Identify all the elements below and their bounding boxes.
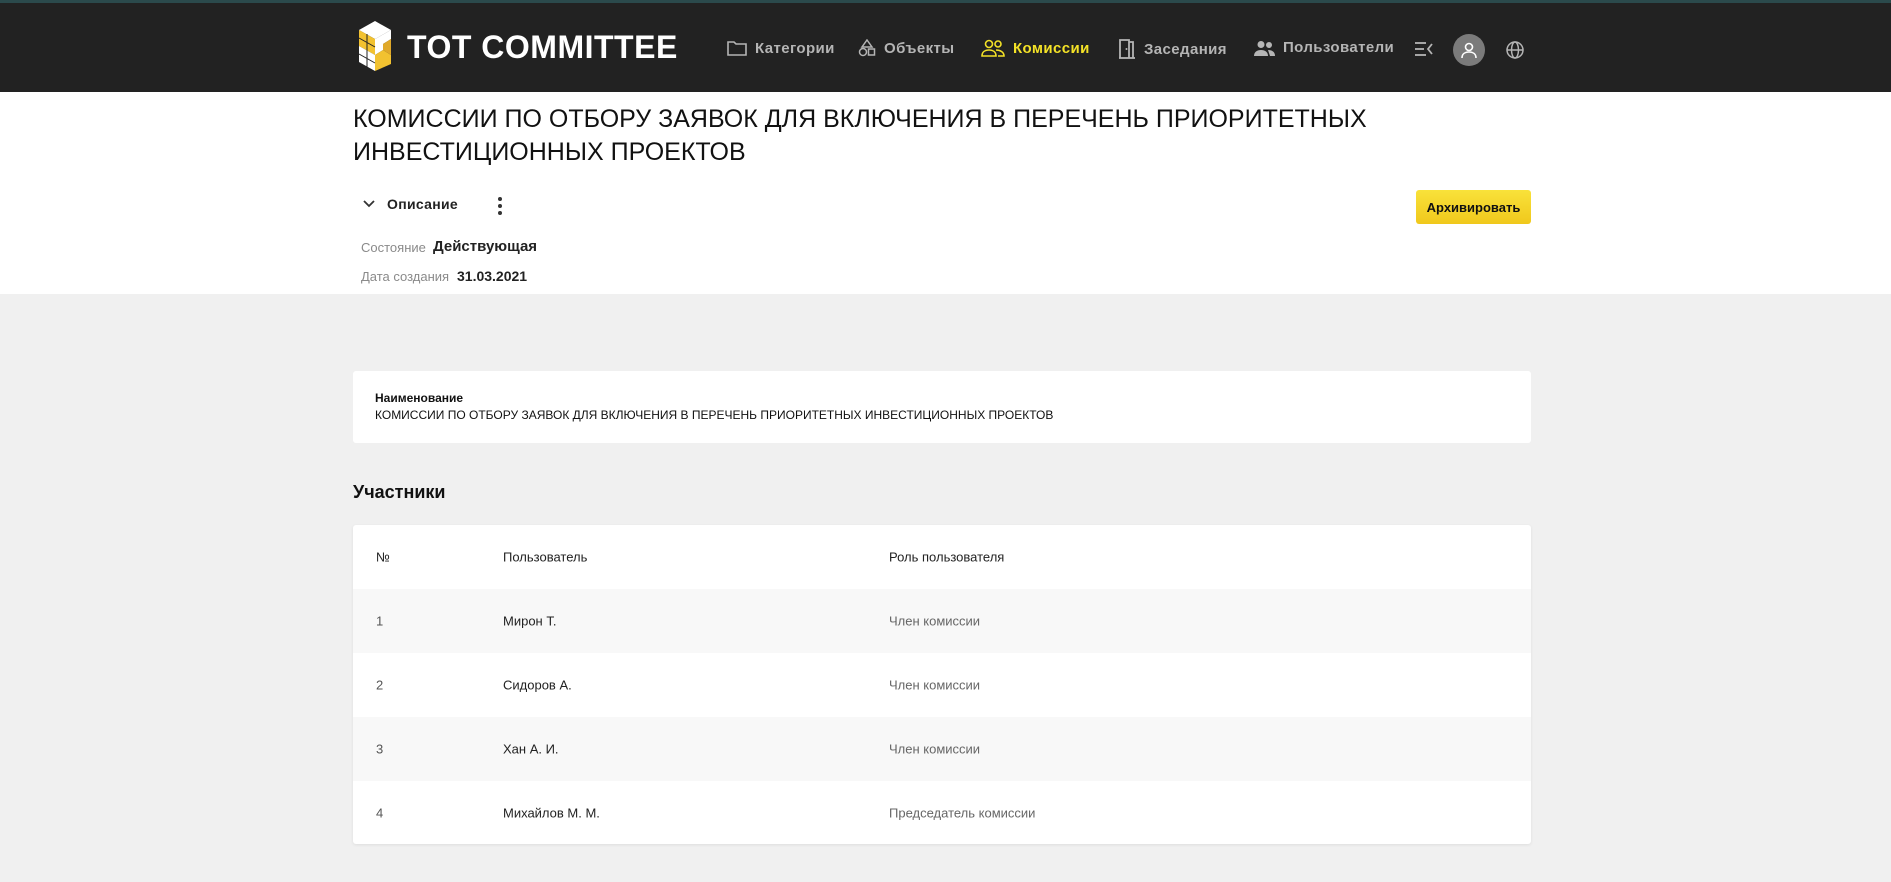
nav-item-categories[interactable]: Категории <box>727 39 835 57</box>
name-label: Наименование <box>375 391 464 405</box>
created-date-value: 31.03.2021 <box>457 268 528 284</box>
collapse-menu-icon[interactable] <box>1414 41 1434 62</box>
archive-button[interactable]: Архивировать <box>1416 190 1531 224</box>
table-row[interactable]: 3 Хан А. И. Член комиссии <box>353 717 1531 781</box>
description-toggle-label: Описание <box>387 196 458 212</box>
row-role: Член комиссии <box>889 613 981 629</box>
nav-item-meetings[interactable]: Заседания <box>1118 39 1227 59</box>
table-header: № Пользователь Роль пользователя <box>353 525 1531 589</box>
door-icon <box>1119 39 1135 59</box>
row-role: Член комиссии <box>889 741 981 757</box>
page-title: КОМИССИИ ПО ОТБОРУ ЗАЯВОК ДЛЯ ВКЛЮЧЕНИЯ … <box>353 105 1367 166</box>
participants-title: Участники <box>353 482 446 502</box>
row-role: Председатель комиссии <box>889 805 1036 821</box>
row-user: Сидоров А. <box>503 677 572 693</box>
name-card: Наименование КОМИССИИ ПО ОТБОРУ ЗАЯВОК Д… <box>353 371 1531 443</box>
nav-item-objects[interactable]: Объекты <box>858 39 954 57</box>
folder-icon <box>727 41 747 56</box>
state-value: Действующая <box>433 238 538 255</box>
column-header-number[interactable]: № <box>376 550 390 565</box>
nav-label: Категории <box>755 39 835 57</box>
chevron-down-icon <box>363 200 375 208</box>
name-value: КОМИССИИ ПО ОТБОРУ ЗАЯВОК ДЛЯ ВКЛЮЧЕНИЯ … <box>375 408 1054 422</box>
table-row[interactable]: 1 Мирон Т. Член комиссии <box>353 589 1531 653</box>
nav-label: Пользователи <box>1283 39 1395 56</box>
more-options-icon[interactable] <box>494 196 506 221</box>
logo-cube-icon <box>358 21 391 71</box>
user-avatar[interactable] <box>1453 34 1485 66</box>
table-row[interactable]: 2 Сидоров А. Член комиссии <box>353 653 1531 717</box>
app-logo[interactable]: TOT COMMITTEE <box>353 19 678 75</box>
globe-icon[interactable] <box>1505 40 1525 65</box>
group-icon <box>981 39 1005 57</box>
column-header-user[interactable]: Пользователь <box>503 550 587 565</box>
nav-label: Объекты <box>884 39 955 57</box>
nav-label: Комиссии <box>1013 39 1090 57</box>
description-toggle[interactable]: Описание <box>363 196 458 212</box>
nav-item-users[interactable]: Пользователи <box>1253 39 1394 56</box>
row-user: Мирон Т. <box>503 613 557 629</box>
row-number: 3 <box>376 741 384 757</box>
created-date-label: Дата создания <box>361 269 450 284</box>
row-number: 4 <box>376 805 384 821</box>
users-icon <box>1254 40 1275 56</box>
participants-table: № Пользователь Роль пользователя 1 Мирон… <box>353 525 1531 844</box>
table-row[interactable]: 4 Михайлов М. М. Председатель комиссии <box>353 781 1531 844</box>
state-label: Состояние <box>361 240 426 255</box>
app-title: TOT COMMITTEE <box>407 28 678 65</box>
nav-item-commissions[interactable]: Комиссии <box>981 39 1090 57</box>
row-user: Хан А. И. <box>503 741 559 757</box>
column-header-role[interactable]: Роль пользователя <box>889 550 1004 565</box>
top-navbar: TOT COMMITTEE Категории Объекты Комиссии… <box>0 0 1891 92</box>
nav-label: Заседания <box>1144 40 1227 58</box>
shapes-icon <box>858 39 876 57</box>
user-icon <box>1461 42 1477 59</box>
row-role: Член комиссии <box>889 677 981 693</box>
row-user: Михайлов М. М. <box>503 805 600 821</box>
row-number: 1 <box>376 613 384 629</box>
row-number: 2 <box>376 677 384 693</box>
